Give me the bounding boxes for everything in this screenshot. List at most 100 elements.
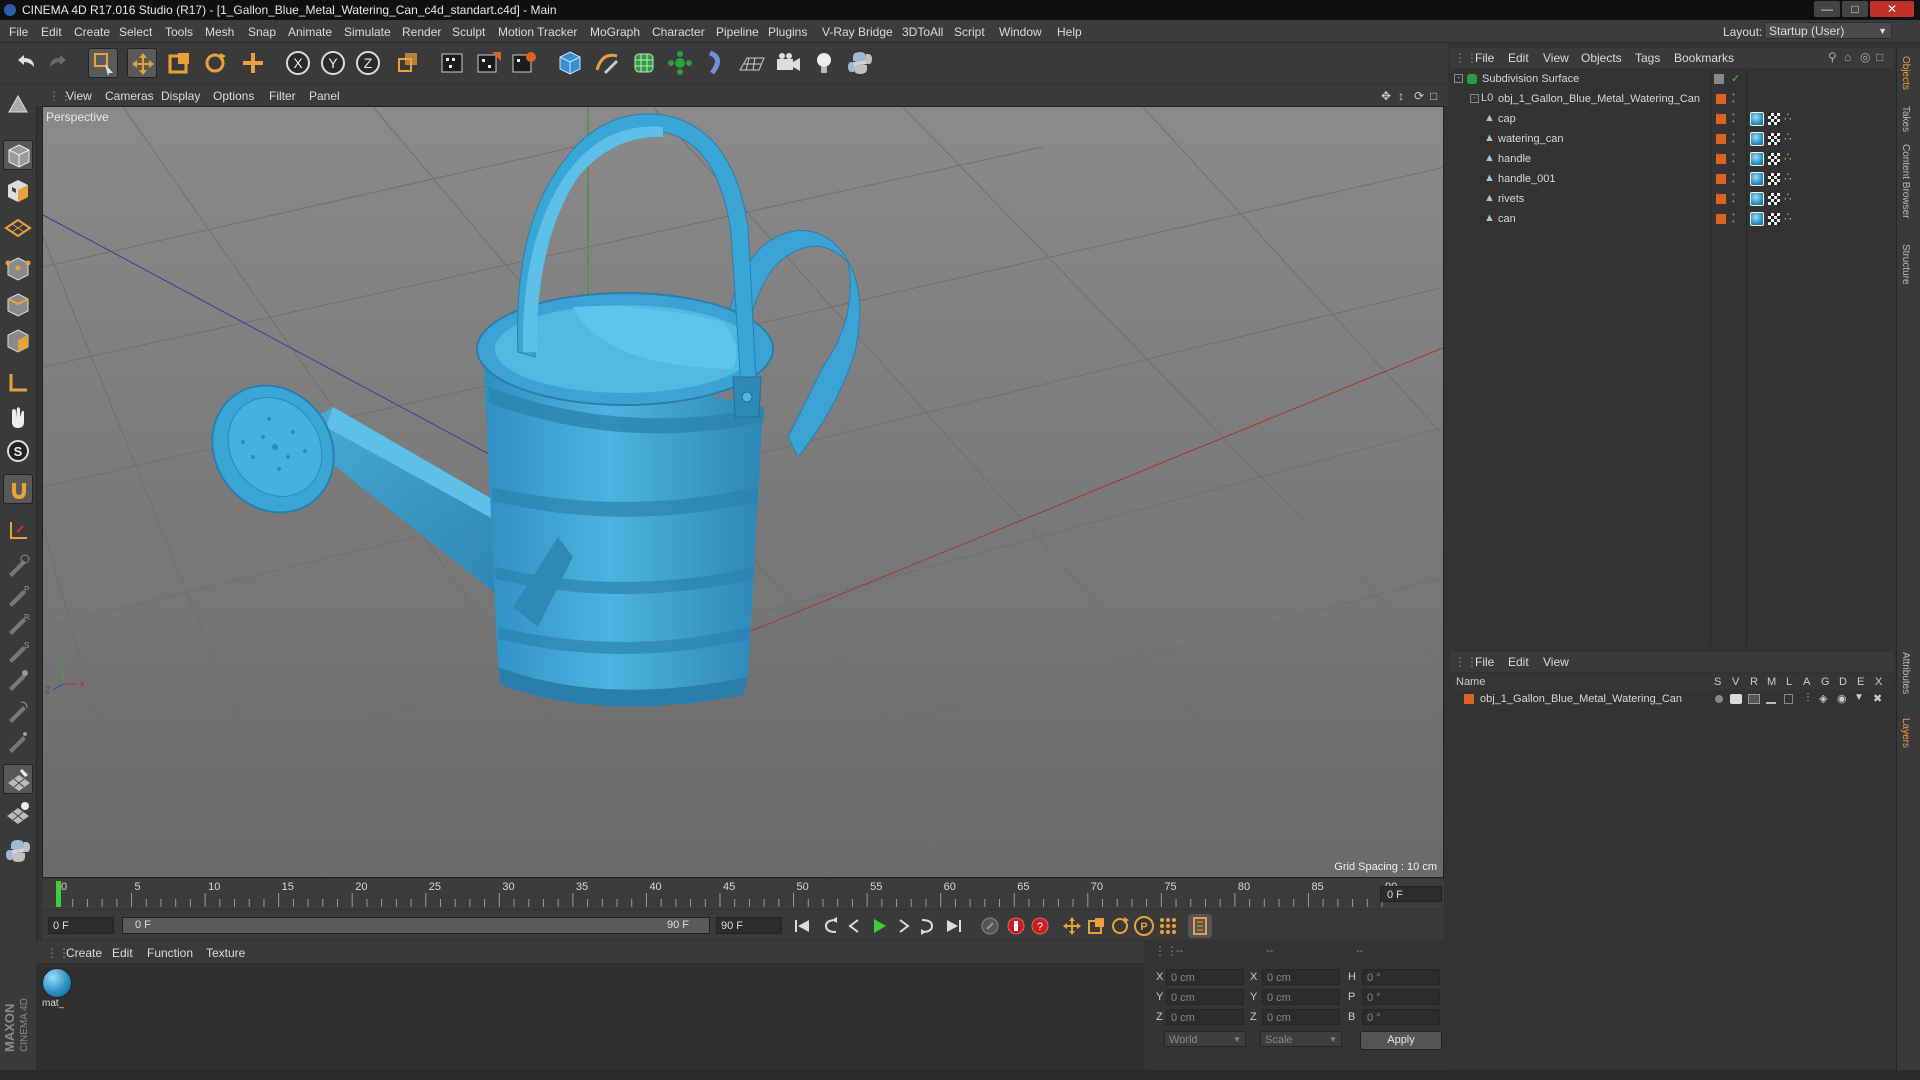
cube-icon[interactable] — [555, 48, 585, 78]
layer-color-icon[interactable] — [1716, 174, 1726, 184]
menu-character[interactable]: Character — [652, 25, 705, 39]
lock-toggle-icon[interactable] — [1784, 694, 1793, 704]
current-frame-field[interactable]: 0 F — [1380, 886, 1442, 902]
zoom-view-icon[interactable]: ↕ — [1398, 89, 1404, 103]
animation-toggle-icon[interactable]: ⋮ — [1803, 692, 1813, 703]
world-coordinates-icon[interactable] — [393, 48, 423, 78]
end-frame-field[interactable]: 90 F — [716, 917, 782, 934]
rot-p-field[interactable]: 0 ° — [1362, 989, 1440, 1005]
brush-6-icon[interactable] — [3, 696, 33, 726]
paint-icon[interactable] — [3, 764, 33, 794]
home-icon[interactable]: ⌂ — [1844, 50, 1851, 64]
objects-menu-bookmarks[interactable]: Bookmarks — [1674, 51, 1734, 65]
rotate-view-icon[interactable]: ⟳ — [1414, 89, 1424, 103]
brush-5-icon[interactable] — [3, 664, 33, 694]
menu-select[interactable]: Select — [119, 25, 152, 39]
visibility-dots-icon[interactable]: • • — [1732, 191, 1735, 206]
next-key-icon[interactable] — [914, 914, 938, 938]
search-icon[interactable]: ⚲ — [1828, 50, 1837, 64]
texture-mode-icon[interactable] — [3, 176, 33, 206]
menu-pipeline[interactable]: Pipeline — [716, 25, 759, 39]
material-name[interactable]: mat_ — [42, 998, 64, 1009]
uvw-tag-icon[interactable] — [1768, 193, 1780, 205]
layer-col-view[interactable]: V — [1732, 676, 1739, 688]
menu-simulate[interactable]: Simulate — [344, 25, 391, 39]
move-key-icon[interactable] — [1060, 914, 1084, 938]
render-view-icon[interactable] — [437, 48, 467, 78]
menu-script[interactable]: Script — [954, 25, 985, 39]
material-tag-icon[interactable] — [1750, 192, 1764, 206]
phong-tag-icon[interactable]: ∴ — [1784, 210, 1792, 224]
layer-col-solo[interactable]: S — [1714, 676, 1721, 688]
phong-tag-icon[interactable]: ∴ — [1784, 170, 1792, 184]
viewport-menu-display[interactable]: Display — [161, 89, 200, 103]
layer-col-locked[interactable]: L — [1786, 676, 1792, 688]
record-keys-icon[interactable] — [978, 914, 1002, 938]
deformer-icon[interactable] — [702, 48, 732, 78]
visibility-dots-icon[interactable]: • • — [1732, 131, 1735, 146]
tab-objects[interactable]: Objects — [1900, 56, 1911, 90]
layout-select[interactable]: Startup (User) ▼ — [1764, 22, 1892, 39]
redo-icon[interactable] — [44, 48, 74, 78]
menu-create[interactable]: Create — [74, 25, 110, 39]
size-y-field[interactable]: 0 cm — [1262, 989, 1340, 1005]
phong-tag-icon[interactable]: ∴ — [1784, 130, 1792, 144]
visibility-dots-icon[interactable]: • • — [1732, 171, 1735, 186]
layer-col-generators[interactable]: G — [1821, 676, 1830, 688]
layer-color-icon[interactable] — [1716, 114, 1726, 124]
layer-col-expressions[interactable]: E — [1857, 676, 1864, 688]
python-script-icon[interactable] — [3, 836, 33, 866]
size-x-field[interactable]: 0 cm — [1262, 969, 1340, 985]
menu-vray-bridge[interactable]: V-Ray Bridge — [822, 25, 893, 39]
timeline-ruler[interactable]: 051015202530354045505560657075808590 0 F — [42, 879, 1444, 909]
tree-row-object[interactable]: ▲ handle_001 • • ∴ — [1450, 170, 1894, 190]
layer-col-manager[interactable]: M — [1767, 676, 1776, 688]
rot-b-field[interactable]: 0 ° — [1362, 1009, 1440, 1025]
objects-menu-tags[interactable]: Tags — [1635, 51, 1660, 65]
uvw-tag-icon[interactable] — [1768, 113, 1780, 125]
menu-plugins[interactable]: Plugins — [768, 25, 807, 39]
floor-icon[interactable] — [737, 48, 767, 78]
subdivision-surface-icon[interactable] — [629, 48, 659, 78]
go-to-start-icon[interactable] — [790, 914, 814, 938]
tab-layers[interactable]: Layers — [1900, 718, 1911, 748]
tab-attributes[interactable]: Attributes — [1900, 652, 1911, 694]
edit-render-settings-icon[interactable] — [509, 48, 539, 78]
menu-3dtoall[interactable]: 3DToAll — [902, 25, 943, 39]
visibility-dots-icon[interactable]: • • — [1732, 111, 1735, 126]
layer-color-icon[interactable] — [1716, 214, 1726, 224]
visibility-dots-icon[interactable]: • • — [1732, 91, 1735, 106]
tree-row-object[interactable]: ▲ handle • • ∴ — [1450, 150, 1894, 170]
render-to-picture-viewer-icon[interactable] — [474, 48, 504, 78]
visibility-dots-icon[interactable]: • • — [1732, 211, 1735, 226]
material-tag-icon[interactable] — [1750, 212, 1764, 226]
layer-row[interactable]: obj_1_Gallon_Blue_Metal_Watering_Can ⋮ ◈… — [1450, 690, 1894, 710]
uvw-tag-icon[interactable] — [1768, 173, 1780, 185]
phong-tag-icon[interactable]: ∴ — [1784, 150, 1792, 164]
objects-menu-file[interactable]: File — [1475, 51, 1494, 65]
layer-color-icon[interactable] — [1716, 154, 1726, 164]
camera-icon[interactable] — [773, 48, 803, 78]
material-swatch[interactable] — [42, 968, 72, 998]
tree-row-object[interactable]: ▲ watering_can • • ∴ — [1450, 130, 1894, 150]
size-z-field[interactable]: 0 cm — [1262, 1009, 1340, 1025]
array-icon[interactable] — [665, 48, 695, 78]
maximize-panel-icon[interactable]: □ — [1876, 50, 1883, 64]
tree-row-root-null[interactable]: - L0 obj_1_Gallon_Blue_Metal_Watering_Ca… — [1450, 90, 1894, 110]
material-menu-edit[interactable]: Edit — [112, 946, 133, 960]
menu-tools[interactable]: Tools — [165, 25, 193, 39]
layers-menu-file[interactable]: File — [1475, 655, 1494, 669]
keyframe-selection-icon[interactable]: ? — [1028, 914, 1052, 938]
edges-mode-icon[interactable] — [3, 290, 33, 320]
enabled-check-icon[interactable]: ✓ — [1731, 72, 1740, 85]
brush-4-icon[interactable]: S — [3, 636, 33, 666]
xref-toggle-icon[interactable]: ✖ — [1873, 692, 1882, 705]
minimize-icon[interactable]: — — [1814, 1, 1840, 17]
render-toggle-icon[interactable] — [1748, 694, 1760, 704]
menu-render[interactable]: Render — [402, 25, 441, 39]
polygons-mode-icon[interactable] — [3, 326, 33, 356]
generators-toggle-icon[interactable]: ◈ — [1819, 692, 1827, 705]
deformers-toggle-icon[interactable]: ◉ — [1837, 692, 1847, 705]
perspective-viewport[interactable]: Y X Z Perspective Grid Spacing : 10 cm — [42, 106, 1444, 878]
viewport-menu-panel[interactable]: Panel — [309, 89, 340, 103]
